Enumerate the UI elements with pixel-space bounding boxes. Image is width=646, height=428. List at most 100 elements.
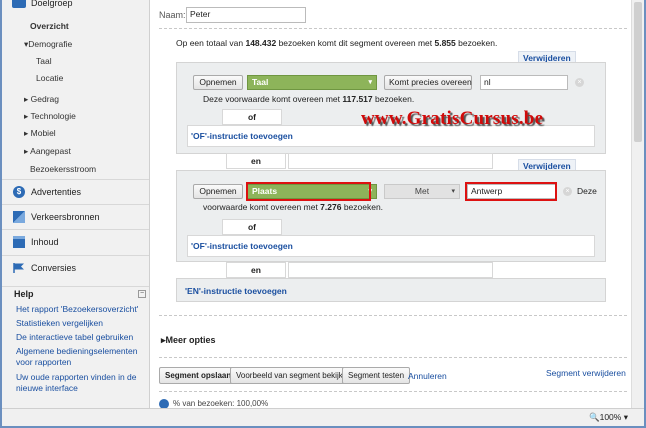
- dollar-icon: $: [13, 186, 25, 198]
- and-connector: en: [226, 153, 286, 169]
- segment-editor: Naam: Peter Op een totaal van 148.432 be…: [151, 0, 631, 409]
- and-panel: 'EN'-instructie toevoegen: [176, 278, 606, 302]
- condition-value-input[interactable]: nl: [480, 75, 568, 90]
- dimension-select[interactable]: Taal ▾: [247, 75, 377, 90]
- sidebar-section-traffic[interactable]: Verkeersbronnen: [2, 204, 149, 228]
- zoom-icon: 🔍: [589, 412, 600, 422]
- add-or-link[interactable]: 'OF'-instructie toevoegen: [191, 131, 293, 141]
- cancel-link[interactable]: Annuleren: [408, 371, 447, 381]
- summary-prefix: Op een totaal van: [176, 38, 246, 48]
- sidebar-section-content[interactable]: Inhoud: [2, 229, 149, 253]
- divider: [159, 357, 627, 358]
- segment-name-input[interactable]: Peter: [186, 7, 306, 23]
- cond1-text-suffix: bezoeken.: [372, 94, 415, 104]
- add-or-link[interactable]: 'OF'-instructie toevoegen: [191, 241, 293, 251]
- highlight-frame: [246, 182, 371, 201]
- cond2-text-suffix: bezoeken.: [341, 202, 384, 212]
- divider: [159, 315, 627, 316]
- help-link[interactable]: Het rapport 'Bezoekersoverzicht': [16, 304, 144, 315]
- test-segment-button[interactable]: Segment testen: [342, 367, 411, 384]
- cond2-text-prefix-b: voorwaarde komt overeen met: [203, 202, 321, 212]
- highlight-frame: [465, 182, 557, 201]
- sidebar-item-location[interactable]: Locatie: [36, 73, 63, 83]
- flag-icon: [13, 262, 25, 274]
- sidebar-item-overview[interactable]: Overzicht: [30, 21, 69, 31]
- help-link[interactable]: De interactieve tabel gebruiken: [16, 332, 144, 343]
- sidebar-conversions-label: Conversies: [31, 263, 77, 273]
- delete-segment-link[interactable]: Segment verwijderen: [546, 368, 626, 378]
- help-link[interactable]: Statistieken vergelijken: [16, 318, 144, 329]
- add-and-link[interactable]: 'EN'-instructie toevoegen: [185, 286, 287, 296]
- sidebar-behavior-label: Gedrag: [30, 94, 59, 104]
- cond2-count: 7.276: [320, 202, 342, 212]
- sidebar-item-visitor-flow[interactable]: Bezoekersstroom: [30, 164, 96, 174]
- or-connector: of: [222, 219, 282, 235]
- or-connector: of: [222, 109, 282, 125]
- percent-visits-label: % van bezoeken: 100,00%: [173, 399, 269, 409]
- summary-total: 148.432: [245, 38, 277, 48]
- sidebar-item-mobile[interactable]: ▸ Mobiel: [24, 128, 56, 139]
- include-button[interactable]: Opnemen: [193, 75, 243, 90]
- and-spacer: [288, 262, 493, 278]
- dropdown-arrow-icon: ▾: [451, 188, 455, 195]
- dropdown-arrow-icon: ▾: [623, 412, 628, 422]
- content-icon: [13, 236, 25, 248]
- summary-suffix: bezoeken.: [455, 38, 498, 48]
- sidebar-mobile-label: Mobiel: [30, 128, 56, 138]
- include-button[interactable]: Opnemen: [193, 184, 243, 199]
- sidebar-ads-label: Advertenties: [31, 187, 82, 197]
- sidebar-section-conversions[interactable]: Conversies: [2, 255, 149, 279]
- match-type-select[interactable]: Komt precies overeen: [384, 75, 472, 90]
- watermark: www.GratisCursus.be: [361, 108, 544, 129]
- sidebar-item-audience[interactable]: Doelgroep: [2, 0, 149, 14]
- help-link[interactable]: Algemene bedieningselementen voor rappor…: [16, 346, 144, 368]
- more-options-label: Meer opties: [165, 335, 216, 345]
- collapse-icon[interactable]: −: [138, 290, 146, 298]
- preview-segment-button[interactable]: Voorbeeld van segment bekijken: [230, 367, 358, 384]
- divider: [159, 391, 627, 392]
- name-label: Naam:: [159, 10, 186, 20]
- status-bar: 🔍100% ▾: [2, 408, 644, 426]
- or-panel: 'OF'-instructie toevoegen: [187, 235, 595, 257]
- sidebar-content-label: Inhoud: [31, 237, 59, 247]
- sidebar-technology-label: Technologie: [30, 111, 76, 121]
- divider: [159, 28, 627, 29]
- match-type-value: Met: [414, 186, 430, 196]
- cond2-text-prefix-a: Deze: [577, 186, 597, 196]
- and-connector: en: [226, 262, 286, 278]
- sidebar-item-demography[interactable]: ▾Demografie: [24, 39, 72, 50]
- zoom-level: 100%: [599, 412, 622, 422]
- help-title: Help: [14, 289, 34, 299]
- condition-group-2: Opnemen Plaats ▾ Met ▾ Antwerp × Deze vo…: [176, 170, 606, 262]
- cond1-text-prefix: Deze voorwaarde komt overeen met: [203, 94, 343, 104]
- summary-match: 5.855: [434, 38, 456, 48]
- condition-match-text: Deze voorwaarde komt overeen met 117.517…: [203, 94, 414, 104]
- summary-mid: bezoeken komt dit segment overeen met: [276, 38, 435, 48]
- help-link[interactable]: Uw oude rapporten vinden in de nieuwe in…: [16, 372, 144, 394]
- sidebar: Doelgroep Overzicht ▾Demografie Taal Loc…: [2, 0, 150, 408]
- audience-icon: [12, 0, 26, 8]
- condition-match-text: voorwaarde komt overeen met 7.276 bezoek…: [203, 202, 383, 212]
- remove-icon[interactable]: ×: [575, 78, 584, 87]
- cond1-count: 117.517: [342, 94, 373, 104]
- sidebar-audience-label: Doelgroep: [31, 0, 73, 8]
- more-options-toggle[interactable]: ▸Meer opties: [161, 335, 216, 346]
- sidebar-traffic-label: Verkeersbronnen: [31, 212, 100, 222]
- sidebar-demography-label: Demografie: [28, 39, 73, 49]
- sidebar-item-custom[interactable]: ▸ Aangepast: [24, 146, 71, 157]
- scrollbar-thumb[interactable]: [634, 2, 642, 142]
- sidebar-section-ads[interactable]: $ Advertenties: [2, 179, 149, 203]
- and-spacer: [288, 153, 493, 169]
- traffic-sources-icon: [13, 211, 25, 223]
- expand-right-icon: ▸: [24, 128, 31, 138]
- sidebar-item-behavior[interactable]: ▸ Gedrag: [24, 94, 59, 105]
- save-segment-button[interactable]: Segment opslaan: [159, 367, 238, 384]
- sidebar-item-language[interactable]: Taal: [36, 56, 52, 66]
- segment-summary: Op een totaal van 148.432 bezoeken komt …: [176, 38, 497, 48]
- vertical-scrollbar[interactable]: [631, 0, 644, 408]
- sidebar-item-technology[interactable]: ▸ Technologie: [24, 111, 76, 122]
- match-type-select[interactable]: Met ▾: [384, 184, 460, 199]
- zoom-control[interactable]: 🔍100% ▾: [589, 412, 628, 423]
- dropdown-arrow-icon: ▾: [368, 79, 372, 86]
- remove-icon[interactable]: ×: [563, 187, 572, 196]
